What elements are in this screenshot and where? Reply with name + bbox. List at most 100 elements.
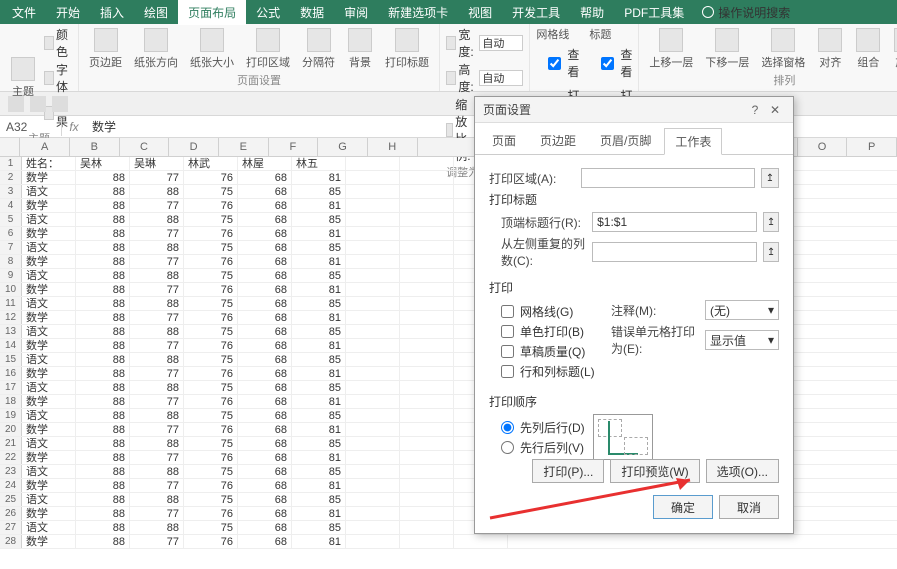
cell[interactable]: 76 (184, 507, 238, 520)
cell[interactable]: 88 (76, 493, 130, 506)
cell[interactable]: 76 (184, 423, 238, 436)
cell[interactable]: 81 (292, 507, 346, 520)
gridlines-view[interactable]: 查看 (536, 46, 579, 80)
cell[interactable]: 88 (130, 493, 184, 506)
cell[interactable] (400, 367, 454, 380)
row-header[interactable]: 5 (0, 213, 22, 226)
cell[interactable] (400, 451, 454, 464)
top-row-picker-icon[interactable]: ↥ (763, 212, 779, 232)
tab-page-layout[interactable]: 页面布局 (178, 0, 246, 25)
row-header[interactable]: 26 (0, 507, 22, 520)
print-button[interactable]: 打印(P)... (532, 459, 604, 483)
cell[interactable] (400, 185, 454, 198)
cell[interactable] (346, 199, 400, 212)
tab-view[interactable]: 视图 (458, 0, 502, 25)
cell[interactable]: 68 (238, 367, 292, 380)
row-header[interactable]: 21 (0, 437, 22, 450)
cell[interactable] (400, 465, 454, 478)
cell[interactable]: 林屋 (238, 157, 292, 170)
cell[interactable] (400, 479, 454, 492)
cell[interactable] (346, 227, 400, 240)
cell[interactable]: 77 (130, 171, 184, 184)
cell[interactable]: 数学 (22, 395, 76, 408)
cell[interactable] (346, 479, 400, 492)
cell[interactable]: 81 (292, 199, 346, 212)
margins-button[interactable]: 页边距 (85, 26, 126, 72)
qa-undo-icon[interactable] (30, 96, 46, 112)
cancel-button[interactable]: 取消 (719, 495, 779, 519)
cell[interactable]: 81 (292, 479, 346, 492)
cell[interactable]: 68 (238, 381, 292, 394)
options-button[interactable]: 选项(O)... (706, 459, 779, 483)
cell[interactable]: 88 (76, 353, 130, 366)
cell[interactable] (400, 521, 454, 534)
cell[interactable]: 语文 (22, 185, 76, 198)
cell[interactable]: 75 (184, 381, 238, 394)
cell[interactable]: 68 (238, 353, 292, 366)
cell[interactable] (400, 311, 454, 324)
cell[interactable]: 88 (76, 311, 130, 324)
cell[interactable]: 语文 (22, 409, 76, 422)
cell[interactable] (400, 381, 454, 394)
tab-home[interactable]: 开始 (46, 0, 90, 25)
dlg-tab-margins[interactable]: 页边距 (529, 127, 587, 154)
scale-width-input[interactable] (479, 35, 523, 51)
headings-view[interactable]: 查看 (589, 46, 632, 80)
cell[interactable]: 75 (184, 465, 238, 478)
cell[interactable]: 88 (76, 339, 130, 352)
cell[interactable]: 81 (292, 255, 346, 268)
cell[interactable]: 88 (76, 241, 130, 254)
cell[interactable]: 68 (238, 269, 292, 282)
radio-down-over[interactable]: 先列后行(D) (489, 419, 585, 436)
print-preview-button[interactable]: 打印预览(W) (610, 459, 699, 483)
cell[interactable]: 数学 (22, 199, 76, 212)
cell[interactable] (346, 241, 400, 254)
cell[interactable] (400, 171, 454, 184)
print-titles-button[interactable]: 打印标题 (381, 26, 433, 72)
cell[interactable]: 81 (292, 535, 346, 548)
cell[interactable]: 68 (238, 255, 292, 268)
cell[interactable] (346, 269, 400, 282)
col-E[interactable]: E (219, 138, 269, 156)
cell[interactable]: 88 (130, 521, 184, 534)
cell[interactable]: 姓名： (22, 157, 76, 170)
tab-insert[interactable]: 插入 (90, 0, 134, 25)
cell[interactable] (454, 535, 508, 548)
cell[interactable] (346, 255, 400, 268)
cell[interactable]: 68 (238, 493, 292, 506)
cell[interactable]: 81 (292, 283, 346, 296)
themes-button[interactable]: 主题 (6, 55, 40, 101)
col-B[interactable]: B (70, 138, 120, 156)
cell[interactable] (400, 283, 454, 296)
cell[interactable]: 88 (76, 283, 130, 296)
row-header[interactable]: 23 (0, 465, 22, 478)
cell[interactable] (346, 325, 400, 338)
cell[interactable] (400, 325, 454, 338)
cell[interactable] (400, 199, 454, 212)
cell[interactable]: 77 (130, 535, 184, 548)
cell[interactable]: 77 (130, 507, 184, 520)
print-area-input[interactable] (581, 168, 755, 188)
cell[interactable]: 吴琳 (130, 157, 184, 170)
cell[interactable]: 77 (130, 423, 184, 436)
cell[interactable]: 85 (292, 325, 346, 338)
cell[interactable]: 88 (130, 325, 184, 338)
cell[interactable]: 77 (130, 339, 184, 352)
col-D[interactable]: D (169, 138, 219, 156)
chk-gridlines[interactable]: 网格线(G) (489, 303, 599, 320)
cell[interactable] (400, 493, 454, 506)
tab-custom[interactable]: 新建选项卡 (378, 0, 458, 25)
cell[interactable]: 88 (130, 409, 184, 422)
col-O[interactable]: O (798, 138, 848, 156)
cell[interactable] (346, 367, 400, 380)
cell[interactable]: 68 (238, 437, 292, 450)
tab-help[interactable]: 帮助 (570, 0, 614, 25)
row-header[interactable]: 24 (0, 479, 22, 492)
row-header[interactable]: 19 (0, 409, 22, 422)
cell[interactable] (400, 353, 454, 366)
orientation-button[interactable]: 纸张方向 (130, 26, 182, 72)
cell[interactable]: 75 (184, 241, 238, 254)
cell[interactable]: 88 (76, 423, 130, 436)
row-header[interactable]: 12 (0, 311, 22, 324)
tell-me-search[interactable]: 操作说明搜索 (702, 4, 790, 21)
